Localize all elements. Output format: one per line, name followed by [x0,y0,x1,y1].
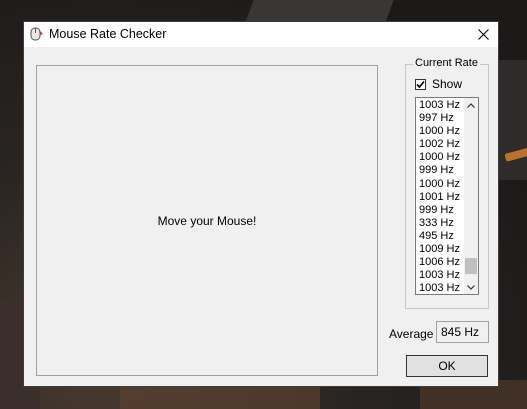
rate-list-item[interactable]: 1003 Hz [419,282,465,294]
rate-list-item[interactable]: 1000 Hz [419,151,465,164]
current-rate-label: Current Rate [413,57,480,69]
window-client-area: Move your Mouse! Current Rate Show 1003 … [24,47,498,386]
mouse-prompt-text: Move your Mouse! [157,213,257,228]
average-label: Average [389,327,434,341]
rate-list-item[interactable]: 1003 Hz [419,269,465,282]
scroll-down-button[interactable] [464,280,478,294]
rate-list-item[interactable]: 1000 Hz [419,125,465,138]
rate-list-item[interactable]: 1000 Hz [419,178,465,191]
rate-listbox[interactable]: 1003 Hz 997 Hz 1000 Hz 1002 Hz 1000 Hz 999 Hz… [415,97,479,295]
rate-list-items: 1003 Hz 997 Hz 1000 Hz 1002 Hz 1000 Hz 999 Hz… [419,99,465,294]
scroll-up-button[interactable] [464,98,478,112]
rate-list-item[interactable]: 1009 Hz [419,243,465,256]
rate-list-item[interactable]: 997 Hz [419,112,465,125]
scroll-thumb[interactable] [465,258,477,274]
checkmark-icon [416,80,425,88]
show-checkbox-label: Show [432,77,463,91]
rate-list-item[interactable]: 1006 Hz [419,256,465,269]
title-bar[interactable]: Mouse Rate Checker [24,22,498,47]
rate-list-scrollbar[interactable] [464,98,478,294]
window-title: Mouse Rate Checker [49,27,167,41]
rate-list-item[interactable]: 999 Hz [419,164,465,177]
show-checkbox[interactable] [415,78,426,90]
rate-list-item[interactable]: 1003 Hz [419,99,465,112]
rate-list-item[interactable]: 1001 Hz [419,191,465,204]
scroll-up-arrow-icon [467,102,475,108]
current-rate-group: Current Rate Show 1003 Hz 997 Hz 1000 Hz 10… [405,57,489,309]
average-value-field: 845 Hz [436,321,489,343]
mouse-tracking-area[interactable]: Move your Mouse! [36,65,378,376]
rate-list-item[interactable]: 999 Hz [419,204,465,217]
app-window: Mouse Rate Checker Move your Mouse! Curr… [23,21,499,387]
show-checkbox-row[interactable]: Show [415,77,462,91]
close-button[interactable] [468,22,498,47]
rate-list-item[interactable]: 333 Hz [419,217,465,230]
scroll-down-arrow-icon [467,284,475,290]
rate-list-item[interactable]: 1002 Hz [419,138,465,151]
rate-list-item[interactable]: 495 Hz [419,230,465,243]
close-icon [477,29,489,40]
ok-button[interactable]: OK [406,355,488,377]
mouse-app-icon [28,26,44,42]
